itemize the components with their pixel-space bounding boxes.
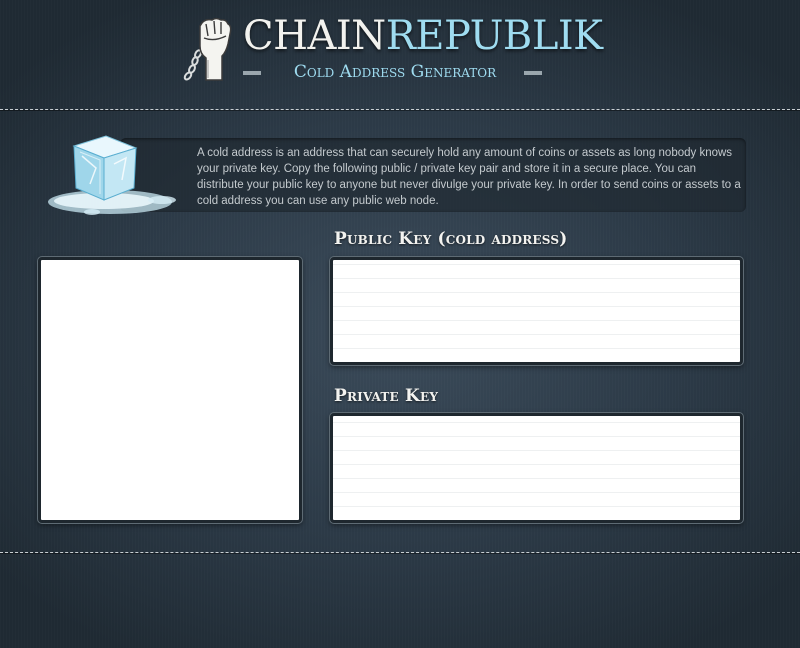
page-subtitle: Cold Address Generator bbox=[293, 62, 497, 82]
public-key-field[interactable] bbox=[330, 257, 743, 365]
raised-fist-chain-icon bbox=[178, 14, 238, 84]
subtitle-divider-right bbox=[524, 71, 542, 75]
info-panel: A cold address is an address that can se… bbox=[120, 138, 746, 212]
brand-name-part2: REPUBLIK bbox=[385, 13, 603, 59]
info-description: A cold address is an address that can se… bbox=[197, 147, 741, 207]
brand-logo-text: CHAINREPUBLIK bbox=[243, 12, 603, 60]
subtitle-row: Cold Address Generator bbox=[243, 60, 543, 84]
ice-cube-icon bbox=[44, 128, 184, 220]
stitch-divider-top bbox=[0, 109, 800, 110]
stitch-divider-bottom bbox=[0, 552, 800, 553]
brand-name-part1: CHAIN bbox=[243, 13, 386, 59]
qr-code-box bbox=[38, 257, 302, 523]
subtitle-divider-left bbox=[243, 71, 261, 75]
header: CHAINREPUBLIK Cold Address Generator bbox=[0, 0, 800, 108]
public-key-label: Public Key (cold address) bbox=[334, 229, 568, 249]
private-key-label: Private Key bbox=[334, 386, 439, 406]
private-key-field[interactable] bbox=[330, 413, 743, 523]
